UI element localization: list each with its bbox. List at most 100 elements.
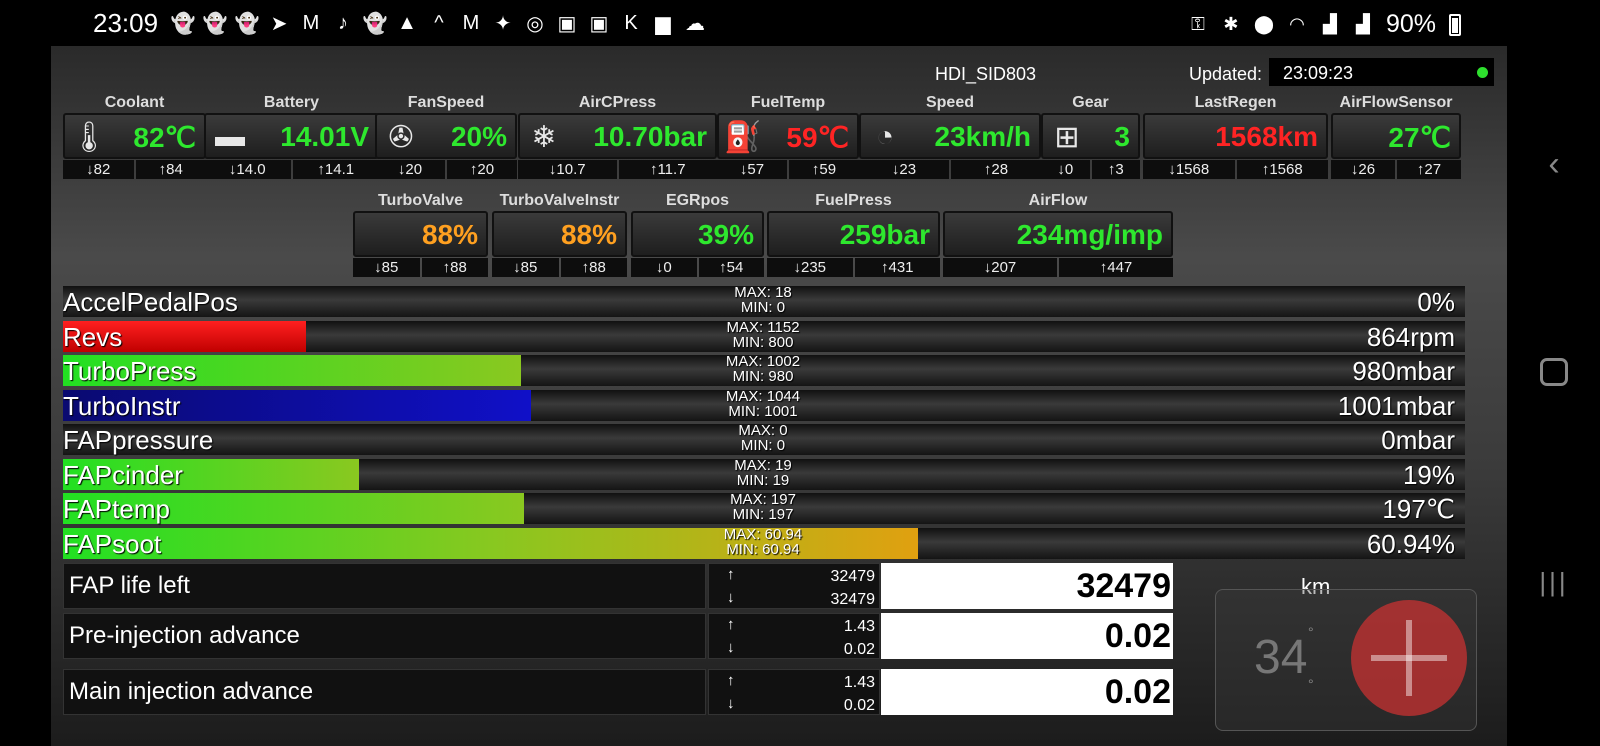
device-name: HDI_SID803 — [935, 64, 1037, 84]
gauge-airflow[interactable]: AirFlow 234mg/imp ↓207 ↑447 — [943, 192, 1173, 278]
gauge-fanspeed[interactable]: FanSpeed ✇ 20% ↓20 ↑20 — [375, 94, 517, 180]
gauge-turbovalveinstr[interactable]: TurboValveInstr 88% ↓85 ↑88 — [492, 192, 627, 278]
bar-label: TurboPress — [63, 356, 197, 386]
gauge-min: ↓207 — [943, 258, 1057, 277]
shopping-bag-icon: ▆ — [655, 12, 671, 35]
twitch-icon: ▣ — [557, 12, 577, 35]
kik-icon: K — [624, 11, 638, 34]
gauge-min: ↓1568 — [1143, 160, 1235, 179]
gauge-title: EGRpos — [665, 192, 730, 209]
degree-icon: ° — [1308, 624, 1314, 640]
gauge-box: ▬ 14.01V — [204, 113, 379, 159]
instagram-icon: ◎ — [526, 12, 544, 35]
gauge-minmax: ↓26 ↑27 — [1331, 160, 1461, 179]
param-minmax: ↑ 1.43 ↓ 0.02 — [708, 613, 880, 659]
gauge-aircpress[interactable]: AirCPress ❄ 10.70bar ↓10.7 ↑11.7 — [518, 94, 717, 180]
arrow-up-icon: ↑ — [727, 566, 735, 583]
signal-icon: ▟ — [1356, 14, 1370, 34]
bar-min: MIN: 980 — [732, 368, 794, 385]
gauge-battery[interactable]: Battery ▬ 14.01V ↓14.0 ↑14.1 — [204, 94, 379, 180]
bar-accelpedalpos[interactable]: AccelPedalPos MAX: 18 MIN: 0 0% — [63, 285, 1465, 317]
bar-fappressure[interactable]: FAPpressure MAX: 0 MIN: 0 0mbar — [63, 423, 1465, 455]
bar-minmax: MAX: 1044 MIN: 1001 — [693, 389, 833, 419]
gauge-box: 27℃ — [1331, 113, 1461, 159]
add-button[interactable] — [1351, 600, 1467, 716]
gauge-egrpos[interactable]: EGRpos 39% ↓0 ↑54 — [631, 192, 764, 278]
gauge-box: ❄ 10.70bar — [518, 113, 717, 159]
gauge-box: ✇ 20% — [375, 113, 517, 159]
bar-min: MIN: 800 — [732, 334, 794, 351]
bar-max: MAX: 19 — [734, 457, 792, 474]
gauge-min: ↓235 — [767, 258, 853, 277]
signal-icon: ▟ — [1323, 14, 1337, 34]
gauge-max: ↑447 — [1059, 258, 1173, 277]
gauge-minmax: ↓0 ↑3 — [1041, 160, 1140, 179]
battery-icon — [1449, 13, 1461, 36]
gauge-gear[interactable]: Gear ⊞ 3 ↓0 ↑3 — [1041, 94, 1140, 180]
bar-fapcinder[interactable]: FAPcinder MAX: 19 MIN: 19 19% — [63, 457, 1465, 490]
bluetooth-icon: ✱ — [1223, 14, 1239, 34]
key-icon: ⚿ — [1191, 14, 1205, 34]
recents-button[interactable]: ||| — [1537, 565, 1571, 599]
gmail-icon: M — [302, 11, 320, 34]
bar-fapsoot[interactable]: FAPsoot MAX: 60.94 MIN: 60.94 60.94% — [63, 527, 1465, 559]
snapchat-icon: 👻 — [234, 12, 260, 35]
arrow-up-icon: ↑ — [727, 616, 735, 633]
gauge-value: 23km/h — [934, 121, 1032, 152]
gauge-fueltemp[interactable]: FuelTemp ⛽ 59℃ ↓57 ↑59 — [717, 94, 859, 180]
gauge-airflowsensor[interactable]: AirFlowSensor 27℃ ↓26 ↑27 — [1331, 94, 1461, 180]
bar-min: MIN: 0 — [740, 437, 786, 454]
bar-value: 1001mbar — [1337, 391, 1455, 421]
gauge-min: ↓57 — [717, 160, 787, 179]
bar-value: 0% — [1417, 287, 1455, 317]
gauge-max: ↑59 — [789, 160, 859, 179]
bar-minmax: MAX: 0 MIN: 0 — [693, 423, 833, 453]
gauge-fuelpress[interactable]: FuelPress 259bar ↓235 ↑431 — [767, 192, 940, 278]
floating-widget[interactable]: 34 ° ° — [1215, 589, 1477, 731]
bar-min: MIN: 1001 — [728, 403, 798, 420]
gauge-value: 39% — [697, 219, 754, 250]
gauge-box: 88% — [353, 211, 488, 257]
gauge-coolant[interactable]: Coolant 🌡 82℃ ↓82 ↑84 — [63, 94, 206, 180]
gauge-turbovalve[interactable]: TurboValve 88% ↓85 ↑88 — [353, 192, 488, 278]
cake-icon: ▲ — [397, 11, 417, 34]
app-header: HDI_SID803 Updated: 23:09:23 — [51, 46, 1507, 86]
gauge-title: FuelPress — [815, 192, 892, 209]
home-button[interactable] — [1537, 355, 1571, 389]
bar-turbopress[interactable]: TurboPress MAX: 1002 MIN: 980 980mbar — [63, 354, 1465, 386]
gauge-value: 59℃ — [786, 122, 849, 153]
gauge-minmax: ↓235 ↑431 — [767, 258, 940, 277]
bar-min: MIN: 60.94 — [726, 541, 800, 558]
bar-turboinstr[interactable]: TurboInstr MAX: 1044 MIN: 1001 1001mbar — [63, 389, 1465, 421]
bar-faptemp[interactable]: FAPtemp MAX: 197 MIN: 197 197℃ — [63, 492, 1465, 524]
bar-label: FAPcinder — [63, 460, 183, 490]
param-max: 32479 — [830, 568, 876, 585]
gauge-min: ↓85 — [492, 258, 559, 277]
gauge-box: 1568km — [1143, 113, 1328, 159]
gauge-title: AirFlowSensor — [1339, 94, 1453, 111]
updated-box: 23:09:23 — [1269, 58, 1494, 86]
gauge-lastregen[interactable]: LastRegen 1568km ↓1568 ↑1568 — [1143, 94, 1328, 180]
bar-label: FAPsoot — [63, 529, 162, 559]
gauge-minmax: ↓82 ↑84 — [63, 160, 206, 179]
gauge-min: ↓0 — [1041, 160, 1090, 179]
connection-status-dot — [1477, 67, 1488, 78]
gauge-box: 🌡 82℃ — [63, 113, 206, 159]
updated-label: Updated: — [1189, 64, 1263, 84]
param-row[interactable]: Main injection advance ↑ 1.43 ↓ 0.02 0.02 — [63, 669, 1173, 717]
gauge-box: ⊞ 3 — [1041, 113, 1140, 159]
gauge-min: ↓26 — [1331, 160, 1395, 179]
gauge-max: ↑20 — [447, 160, 517, 179]
bar-revs[interactable]: Revs MAX: 1152 MIN: 800 864rpm — [63, 320, 1465, 352]
bar-label: TurboInstr — [63, 391, 181, 421]
gauge-minmax: ↓57 ↑59 — [717, 160, 859, 179]
coolant-temp-icon: 🌡 — [69, 120, 109, 154]
param-min: 32479 — [830, 591, 876, 608]
gauge-speed[interactable]: Speed ◔ 23km/h ↓23 ↑28 — [859, 94, 1041, 180]
param-row[interactable]: Pre-injection advance ↑ 1.43 ↓ 0.02 0.02 — [63, 613, 1173, 661]
back-button[interactable]: ‹ — [1537, 145, 1571, 183]
gauge-value: 3 — [1114, 121, 1130, 152]
gauge-minmax: ↓20 ↑20 — [375, 160, 517, 179]
param-row[interactable]: FAP life left ↑ 32479 ↓ 32479 32479 — [63, 563, 1173, 611]
gauge-minmax: ↓85 ↑88 — [353, 258, 488, 277]
